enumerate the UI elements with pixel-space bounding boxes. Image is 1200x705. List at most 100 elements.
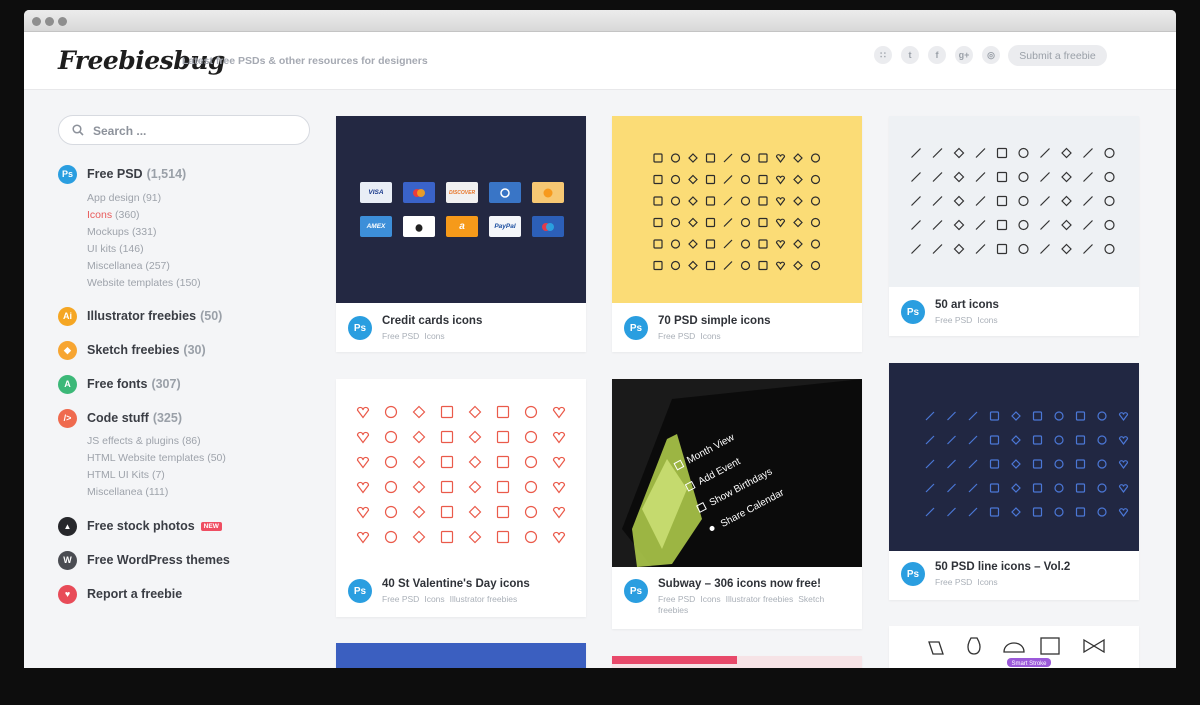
grid-glyph-icon [1097, 459, 1107, 469]
sidebar-item-code[interactable]: /> Code stuff (325) [58, 408, 182, 428]
grid-glyph-icon [440, 430, 454, 444]
sidebar-subitem-html-templates[interactable]: HTML Website templates (50) [87, 452, 226, 464]
freebie-card-partial[interactable] [612, 656, 862, 668]
grid-glyph-icon [1104, 171, 1115, 183]
tag-link[interactable]: Icons [424, 594, 444, 604]
sidebar-subitem-mockups[interactable]: Mockups (331) [87, 226, 156, 238]
photoshop-icon: Ps [58, 164, 77, 184]
fashion-icons-illustration: Smart Stroke [928, 637, 1105, 667]
grid-glyph-icon [1040, 244, 1050, 254]
grid-glyph-icon [670, 217, 681, 228]
sidebar-item-free-psd[interactable]: Ps Free PSD (1,514) [58, 164, 186, 184]
grid-glyph-icon [552, 481, 566, 494]
submit-freebie-button[interactable]: Submit a freebie [1008, 45, 1107, 66]
grid-glyph-icon [1032, 459, 1043, 469]
grid-glyph-icon [412, 405, 426, 419]
grid-glyph-icon [384, 430, 398, 444]
sidebar-item-stock-photos[interactable]: ▲ Free stock photos NEW [58, 516, 222, 536]
close-window-dot[interactable] [32, 17, 41, 26]
card-thumbnail: Month View Add Event Show Birthdays Shar… [612, 379, 862, 567]
tag-link[interactable]: Free PSD [935, 315, 972, 325]
tag-link[interactable]: Illustrator freebies [450, 594, 518, 604]
tag-link[interactable]: Free PSD [658, 331, 695, 341]
subitem-label: Miscellanea [87, 260, 143, 272]
freebie-card-valentine[interactable]: Ps 40 St Valentine's Day icons Free PSD I… [336, 379, 586, 617]
freebie-card-subway[interactable]: Month View Add Event Show Birthdays Shar… [612, 379, 862, 629]
subitem-count: (50) [207, 452, 226, 464]
twitter-icon[interactable]: t [901, 46, 919, 64]
card-title[interactable]: Subway – 306 icons now free! [658, 578, 821, 590]
new-badge: NEW [200, 521, 222, 531]
grid-glyph-icon [1075, 459, 1086, 469]
card-title[interactable]: 50 PSD line icons – Vol.2 [935, 561, 1070, 573]
sidebar-subitem-app-design[interactable]: App design (91) [87, 192, 161, 204]
visa-card-icon: VISA [360, 182, 392, 203]
photoshop-icon: Ps [901, 562, 925, 586]
grid-glyph-icon [996, 147, 1008, 159]
card-title[interactable]: 50 art icons [935, 299, 999, 311]
dribbble-icon[interactable]: ◎ [982, 46, 1000, 64]
facebook-icon[interactable]: f [928, 46, 946, 64]
photoshop-icon: Ps [624, 579, 648, 603]
google-plus-icon[interactable]: g+ [955, 46, 973, 64]
minimize-window-dot[interactable] [45, 17, 54, 26]
sidebar-subitem-miscellanea[interactable]: Miscellanea (257) [87, 260, 170, 272]
grid-glyph-icon [947, 507, 956, 517]
tag-link[interactable]: Icons [700, 331, 720, 341]
freebie-card-art-icons[interactable]: Ps 50 art icons Free PSD Icons [889, 116, 1139, 336]
tag-link[interactable]: Icons [424, 331, 444, 341]
sidebar-item-wordpress[interactable]: W Free WordPress themes [58, 550, 230, 570]
grid-glyph-icon [989, 507, 1000, 517]
tag-link[interactable]: Free PSD [935, 577, 972, 587]
subitem-count: (360) [115, 209, 140, 221]
grid-glyph-icon [723, 239, 733, 249]
sidebar-subitem-website-templates[interactable]: Website templates (150) [87, 277, 201, 289]
tag-link[interactable]: Free PSD [658, 594, 695, 604]
grid-glyph-icon [1097, 507, 1107, 517]
sidebar-subitem-ui-kits[interactable]: UI kits (146) [87, 243, 144, 255]
grid-glyph-icon [688, 174, 698, 185]
freebie-card-partial[interactable] [336, 643, 586, 668]
subitem-count: (331) [131, 226, 157, 238]
sidebar-item-illustrator[interactable]: Ai Illustrator freebies (50) [58, 306, 222, 326]
grid-glyph-icon [670, 196, 681, 206]
grid-glyph-icon [775, 261, 786, 271]
tag-link[interactable]: Icons [977, 577, 997, 587]
card-tags: Free PSD Icons [935, 577, 1131, 588]
sidebar-subitem-html-ui-kits[interactable]: HTML UI Kits (7) [87, 469, 165, 481]
sidebar-item-sketch[interactable]: ◆ Sketch freebies (30) [58, 340, 206, 360]
tag-link[interactable]: Free PSD [382, 594, 419, 604]
subitem-count: (150) [176, 277, 201, 289]
card-title[interactable]: 70 PSD simple icons [658, 315, 771, 327]
sidebar-item-count: (30) [183, 343, 206, 357]
grid-glyph-icon [975, 220, 986, 230]
card-tags: Free PSD Icons [935, 315, 1131, 326]
tag-link[interactable]: Icons [700, 594, 720, 604]
card-title[interactable]: 40 St Valentine's Day icons [382, 578, 530, 590]
card-title[interactable]: Credit cards icons [382, 315, 482, 327]
grid-glyph-icon [1040, 220, 1050, 230]
grid-glyph-icon [384, 505, 398, 519]
smart-stroke-badge: Smart Stroke [1011, 661, 1047, 667]
sidebar-item-fonts[interactable]: A Free fonts (307) [58, 374, 181, 394]
rss-icon[interactable]: ∷ [874, 46, 892, 64]
bowtie-icon [1083, 638, 1105, 654]
grid-glyph-icon [975, 244, 986, 254]
amex-card-icon: AMEX [360, 216, 392, 237]
sidebar-item-report[interactable]: ♥ Report a freebie [58, 584, 182, 604]
sidebar-subitem-code-miscellanea[interactable]: Miscellanea (111) [87, 486, 168, 498]
freebie-card-simple-icons[interactable]: Ps 70 PSD simple icons Free PSD Icons [612, 116, 862, 352]
search-input[interactable]: Search ... [58, 115, 310, 145]
tag-link[interactable]: Illustrator freebies [726, 594, 794, 604]
tag-link[interactable]: Icons [977, 315, 997, 325]
freebie-card-partial[interactable]: Smart Stroke [889, 626, 1139, 668]
freebie-card-credit-cards[interactable]: VISA DISCOVER AMEX a PayPal Ps Credit ca… [336, 116, 586, 352]
grid-glyph-icon [1061, 219, 1072, 231]
grid-glyph-icon [1032, 411, 1043, 421]
tag-link[interactable]: Free PSD [382, 331, 419, 341]
sidebar-subitem-js-effects[interactable]: JS effects & plugins (86) [87, 435, 201, 447]
freebie-card-line-icons[interactable]: Ps 50 PSD line icons – Vol.2 Free PSD Ico… [889, 363, 1139, 600]
maximize-window-dot[interactable] [58, 17, 67, 26]
sidebar-subitem-icons[interactable]: Icons (360) [87, 209, 140, 221]
grid-glyph-icon [670, 153, 681, 163]
